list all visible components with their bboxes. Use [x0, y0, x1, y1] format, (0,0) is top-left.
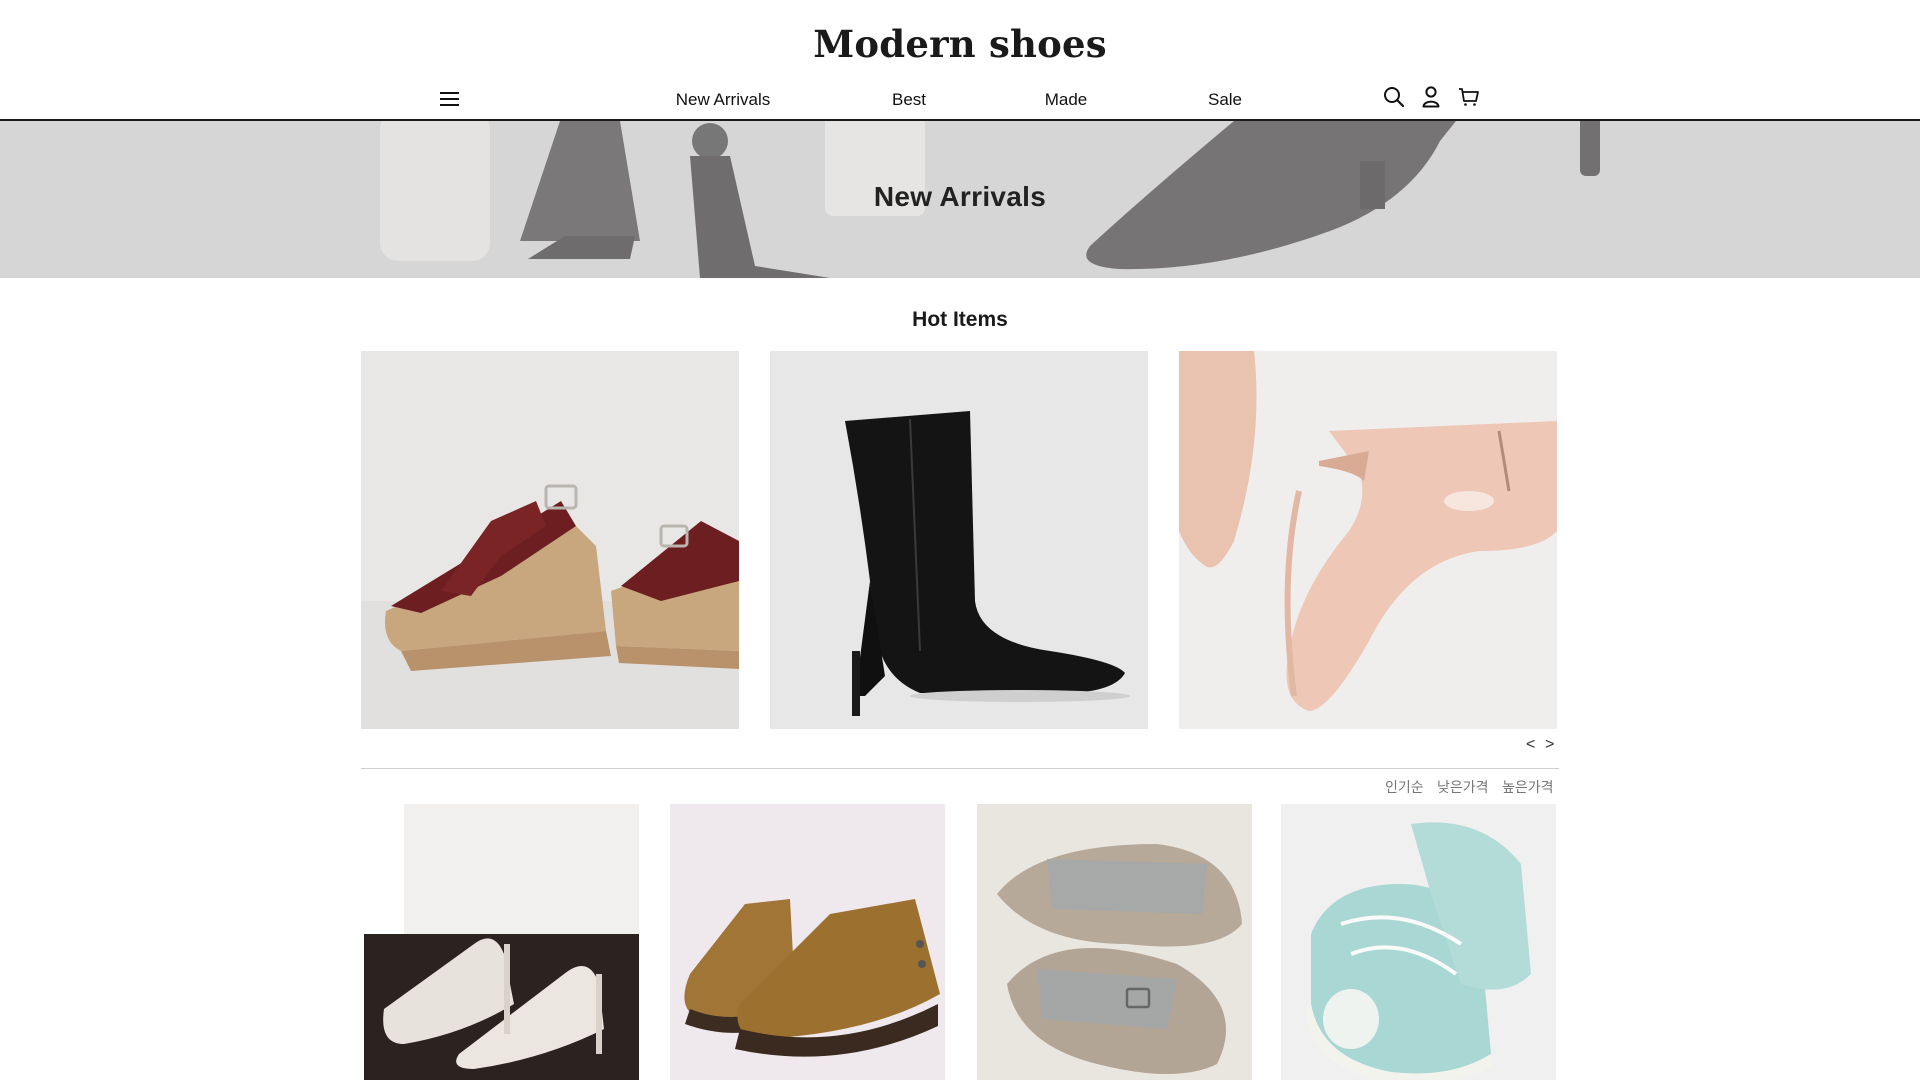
section-divider: [361, 768, 1559, 769]
product-card-2[interactable]: [670, 804, 945, 1080]
user-icon[interactable]: [1419, 85, 1443, 109]
nude-patent-boot-image: [1179, 351, 1557, 729]
slider-next-button[interactable]: >: [1545, 736, 1554, 754]
nav-new-arrivals[interactable]: New Arrivals: [676, 90, 770, 110]
tan-ankle-boots-image: [670, 804, 945, 1080]
hot-item-card-2[interactable]: [770, 351, 1148, 729]
sort-high-price[interactable]: 높은가격: [1502, 777, 1554, 797]
sort-low-price[interactable]: 낮은가격: [1437, 777, 1489, 797]
menu-icon[interactable]: [440, 91, 459, 106]
black-ankle-boot-image: [770, 351, 1148, 729]
product-card-3[interactable]: [977, 804, 1252, 1080]
site-header: Modern shoes New Arrivals Best Made Sale: [0, 0, 1920, 121]
white-pumps-image: [364, 804, 639, 1080]
slider-prev-button[interactable]: <: [1526, 736, 1535, 754]
search-icon[interactable]: [1382, 85, 1406, 109]
product-card-4[interactable]: [1281, 804, 1556, 1080]
cart-icon[interactable]: [1457, 85, 1481, 109]
nav-best[interactable]: Best: [892, 90, 926, 110]
mint-sneakers-image: [1281, 804, 1556, 1080]
platform-sandal-image: [361, 351, 739, 729]
hot-item-card-1[interactable]: [361, 351, 739, 729]
hero-banner: New Arrivals: [0, 121, 1920, 278]
nav-sale[interactable]: Sale: [1208, 90, 1242, 110]
sort-popular[interactable]: 인기순: [1385, 777, 1424, 797]
banner-title: New Arrivals: [873, 181, 1047, 212]
brand-logo[interactable]: Modern shoes: [0, 22, 1920, 66]
nav-made[interactable]: Made: [1045, 90, 1088, 110]
product-card-1[interactable]: [364, 804, 639, 1080]
hot-item-card-3[interactable]: [1179, 351, 1557, 729]
grey-strap-sandals-image: [977, 804, 1252, 1080]
hot-items-title: Hot Items: [912, 308, 1008, 331]
